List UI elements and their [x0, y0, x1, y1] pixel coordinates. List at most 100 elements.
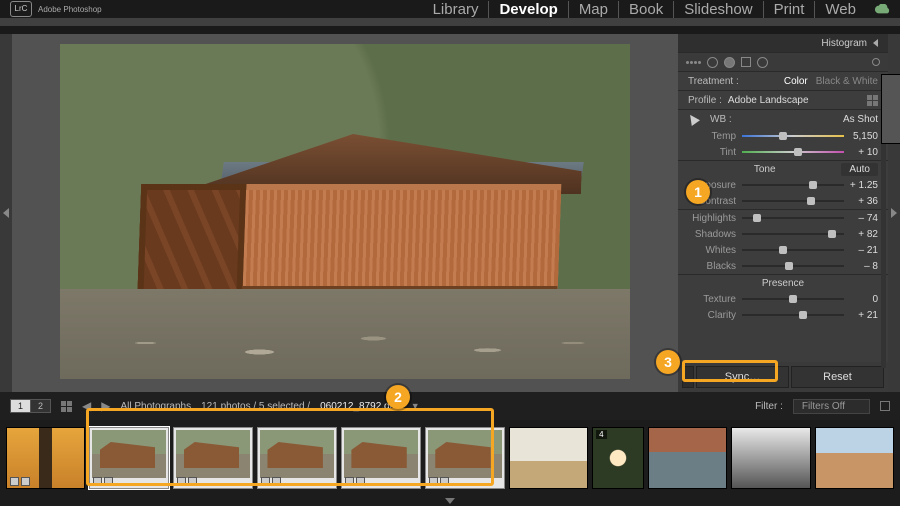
texture-label: Texture — [688, 294, 742, 305]
left-panel-toggle[interactable] — [0, 34, 12, 392]
nav-fwd-icon[interactable]: ▶ — [101, 399, 110, 413]
thumb-10[interactable] — [815, 427, 894, 489]
clarity-slider[interactable] — [742, 310, 844, 320]
auto-tone-button[interactable]: Auto — [841, 163, 878, 176]
grid-view-icon[interactable] — [61, 401, 72, 412]
module-slideshow[interactable]: Slideshow — [674, 1, 763, 18]
window-1[interactable]: 1 — [11, 400, 31, 412]
main-area: Histogram Treatment : Color Black & Whit… — [0, 34, 900, 392]
callout-3: 3 — [656, 350, 680, 374]
wb-row: WB : As Shot — [678, 110, 888, 128]
window-2[interactable]: 2 — [31, 400, 50, 412]
sync-button[interactable]: Sync… — [696, 366, 789, 388]
blacks-label: Blacks — [688, 261, 742, 272]
temp-value[interactable]: 5,150 — [844, 131, 878, 142]
filter-label: Filter : — [755, 401, 783, 412]
source-label[interactable]: All Photographs — [121, 401, 192, 412]
radial-tool-icon[interactable] — [757, 57, 768, 68]
thumb-5[interactable] — [425, 427, 505, 489]
whites-row: Whites – 21 — [678, 242, 888, 258]
temp-slider[interactable] — [742, 131, 844, 141]
thumb-0[interactable] — [6, 427, 85, 489]
preview-image — [60, 44, 630, 379]
tint-value[interactable]: + 10 — [844, 147, 878, 158]
treatment-bw[interactable]: Black & White — [816, 76, 878, 87]
clarity-value[interactable]: + 21 — [844, 310, 878, 321]
contrast-value[interactable]: + 36 — [844, 196, 878, 207]
shadows-slider[interactable] — [742, 229, 844, 239]
profile-label: Profile : — [688, 95, 722, 106]
filter-lock-icon[interactable] — [880, 401, 890, 411]
autosync-toggle[interactable] — [682, 366, 694, 388]
wb-label: WB : — [710, 114, 732, 125]
filename-menu-icon[interactable]: ▼ — [411, 401, 420, 411]
texture-row: Texture 0 — [678, 291, 888, 307]
brush-tool-icon[interactable] — [872, 58, 880, 66]
thumb-4[interactable] — [341, 427, 421, 489]
texture-value[interactable]: 0 — [844, 294, 878, 305]
treatment-color[interactable]: Color — [784, 76, 808, 87]
whites-slider[interactable] — [742, 245, 844, 255]
profile-browser-icon[interactable] — [867, 95, 878, 106]
presence-label: Presence — [688, 278, 878, 289]
texture-slider[interactable] — [742, 294, 844, 304]
tint-slider-row: Tint + 10 — [678, 144, 888, 160]
spot-tool-icon[interactable] — [707, 57, 718, 68]
contrast-slider[interactable] — [742, 196, 844, 206]
gradient-tool-icon[interactable] — [741, 57, 751, 67]
blacks-value[interactable]: – 8 — [844, 261, 878, 272]
whites-value[interactable]: – 21 — [844, 245, 878, 256]
shadows-value[interactable]: + 82 — [844, 229, 878, 240]
exposure-value[interactable]: + 1.25 — [844, 180, 878, 191]
nav-back-icon[interactable]: ◀ — [82, 399, 91, 413]
tint-slider[interactable] — [742, 147, 844, 157]
module-library[interactable]: Library — [423, 1, 490, 18]
exposure-slider[interactable] — [742, 180, 844, 190]
highlights-slider[interactable] — [742, 213, 844, 223]
module-develop[interactable]: Develop — [489, 1, 568, 18]
develop-panel: Histogram Treatment : Color Black & Whit… — [678, 34, 888, 392]
highlights-row: Highlights – 74 — [678, 210, 888, 226]
module-print[interactable]: Print — [764, 1, 816, 18]
collapse-icon — [873, 39, 878, 47]
temp-slider-row: Temp 5,150 — [678, 128, 888, 144]
highlights-label: Highlights — [688, 213, 742, 224]
crop-tool-icon[interactable] — [686, 61, 701, 64]
reset-button[interactable]: Reset — [791, 366, 884, 388]
thumb-3[interactable] — [257, 427, 337, 489]
filmstrip[interactable]: 4 — [0, 420, 900, 506]
redeye-tool-icon[interactable] — [724, 57, 735, 68]
tint-label: Tint — [688, 147, 742, 158]
clarity-row: Clarity + 21 — [678, 307, 888, 323]
thumb-9[interactable] — [731, 427, 810, 489]
module-web[interactable]: Web — [815, 1, 866, 18]
filmstrip-toggle-icon[interactable] — [445, 498, 455, 504]
profile-row[interactable]: Profile : Adobe Landscape — [678, 91, 888, 109]
filter-dropdown[interactable]: Filters Off — [793, 399, 870, 414]
second-window-toggle[interactable]: 1 2 — [10, 399, 51, 413]
histogram-header[interactable]: Histogram — [678, 34, 888, 52]
module-picker: Library Develop Map Book Slideshow Print… — [423, 1, 890, 18]
thumb-8[interactable] — [648, 427, 727, 489]
thumb-1[interactable] — [89, 427, 169, 489]
thumb-7[interactable]: 4 — [592, 427, 644, 489]
eyedropper-icon[interactable] — [686, 112, 700, 126]
blacks-slider[interactable] — [742, 261, 844, 271]
module-map[interactable]: Map — [569, 1, 619, 18]
clarity-label: Clarity — [688, 310, 742, 321]
loupe-view[interactable] — [12, 34, 678, 392]
module-book[interactable]: Book — [619, 1, 674, 18]
thumb-2[interactable] — [173, 427, 253, 489]
wb-value[interactable]: As Shot — [843, 114, 878, 125]
highlights-value[interactable]: – 74 — [844, 213, 878, 224]
treatment-row: Treatment : Color Black & White — [678, 72, 888, 90]
panel-scrollbar[interactable] — [881, 74, 886, 368]
treatment-label: Treatment : — [688, 76, 739, 87]
whites-label: Whites — [688, 245, 742, 256]
shadows-row: Shadows + 82 — [678, 226, 888, 242]
temp-label: Temp — [688, 131, 742, 142]
cloud-sync-icon[interactable] — [874, 4, 890, 15]
tone-label: Tone — [688, 164, 841, 175]
sync-reset-row: Sync… Reset — [678, 362, 888, 392]
thumb-6[interactable] — [509, 427, 588, 489]
